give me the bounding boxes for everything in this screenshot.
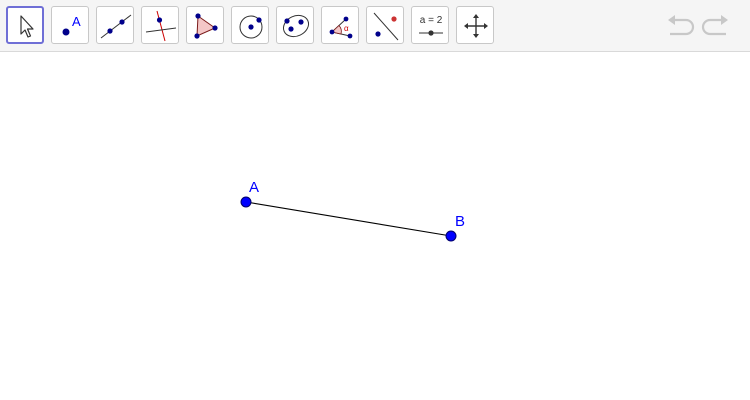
angle-icon: α <box>329 16 353 39</box>
slider-tool-label: a = 2 <box>420 15 443 26</box>
point-tool-button[interactable]: A <box>51 6 89 44</box>
reflect-tool-button[interactable] <box>366 6 404 44</box>
perpendicular-line-icon <box>145 10 177 42</box>
undo-button[interactable] <box>664 12 696 40</box>
segment-ab[interactable] <box>245 201 452 237</box>
move-graphics-view-icon <box>464 14 488 38</box>
ellipse-tool-button[interactable] <box>276 6 314 44</box>
ellipse-icon <box>282 14 310 38</box>
point-a[interactable] <box>240 196 252 208</box>
angle-tool-label: α <box>344 24 349 33</box>
line-tool-button[interactable] <box>96 6 134 44</box>
circle-tool-button[interactable] <box>231 6 269 44</box>
graphics-view[interactable]: A B <box>0 53 750 400</box>
undo-icon <box>668 15 695 36</box>
point-b-label: B <box>455 213 465 230</box>
arrow-cursor-icon <box>20 15 34 38</box>
slider-tool-button[interactable]: a = 2 <box>411 6 449 44</box>
redo-icon <box>701 15 728 36</box>
slider-icon: a = 2 <box>419 15 443 36</box>
point-tool-label: A <box>72 14 81 29</box>
point-icon: A <box>62 14 81 36</box>
polygon-icon <box>194 13 218 39</box>
move-tool-button[interactable] <box>6 6 44 44</box>
point-b[interactable] <box>445 230 457 242</box>
construction-drawing: A B <box>240 179 465 242</box>
polygon-tool-button[interactable] <box>186 6 224 44</box>
toolbar: A α a = 2 <box>0 0 750 52</box>
redo-button[interactable] <box>700 12 732 40</box>
move-graphics-view-tool-button[interactable] <box>456 6 494 44</box>
perpendicular-line-tool-button[interactable] <box>141 6 179 44</box>
reflect-about-line-icon <box>373 12 399 41</box>
point-a-label: A <box>249 179 259 196</box>
circle-center-point-icon <box>239 15 263 39</box>
line-through-points-icon <box>100 14 132 39</box>
angle-tool-button[interactable]: α <box>321 6 359 44</box>
